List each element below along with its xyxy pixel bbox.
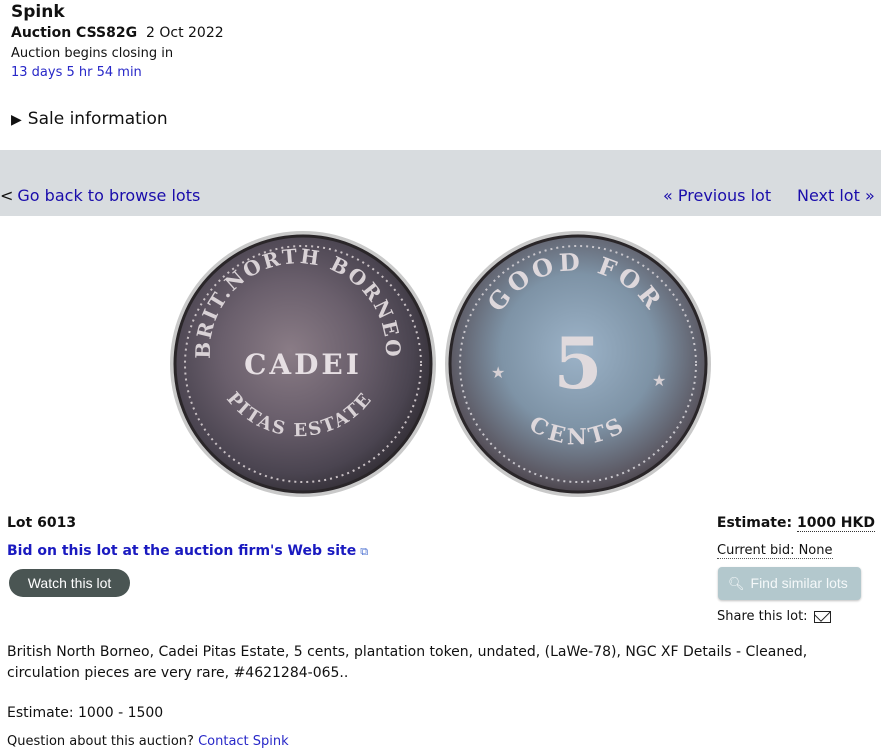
closing-label: Auction begins closing in <box>11 46 174 61</box>
current-bid[interactable]: Current bid: None <box>717 543 833 559</box>
estimate-heading: Estimate: 1000 HKD <box>716 515 875 532</box>
obverse-center-text: CADEI <box>244 348 362 381</box>
coin-obverse: BRIT.NORTH BORNEO · PITAS ESTATE · CADEI <box>168 228 436 497</box>
svg-text:★: ★ <box>652 371 666 390</box>
share-lot: Share this lot: <box>717 609 831 624</box>
estimate-value[interactable]: 1000 HKD <box>796 515 875 532</box>
lot-navigation-bar: < Go back to browse lots « Previous lot N… <box>0 150 881 216</box>
bid-on-lot-link[interactable]: Bid on this lot at the auction firm's We… <box>7 543 368 559</box>
sale-information-label: Sale information <box>27 109 168 129</box>
contact-firm-link[interactable]: Contact Spink <box>198 734 289 749</box>
next-lot-link[interactable]: Next lot » <box>797 186 875 205</box>
disclosure-triangle-icon: ▶ <box>11 112 22 128</box>
reverse-center-text: 5 <box>554 322 603 405</box>
external-link-icon: ⧉ <box>360 545 369 558</box>
auction-date: 2 Oct 2022 <box>146 25 224 41</box>
estimate-label: Estimate: <box>716 515 793 531</box>
find-similar-label: Find similar lots <box>750 575 848 591</box>
watch-lot-button[interactable]: Watch this lot <box>9 569 130 597</box>
back-to-browse: < Go back to browse lots <box>0 186 200 205</box>
mail-icon[interactable] <box>813 610 831 623</box>
firm-name: Spink <box>11 2 65 22</box>
auction-line: Auction CSS82G 2 Oct 2022 <box>11 25 224 41</box>
sale-information-toggle[interactable]: ▶ Sale information <box>11 109 168 129</box>
question-label: Question about this auction? <box>7 734 194 749</box>
bid-link-label: Bid on this lot at the auction firm's We… <box>7 543 357 559</box>
magnifier-icon: 🔍︎ <box>728 576 745 591</box>
share-label: Share this lot: <box>717 609 808 624</box>
lot-coin-image[interactable]: BRIT.NORTH BORNEO · PITAS ESTATE · CADEI… <box>168 228 718 500</box>
question-line: Question about this auction? Contact Spi… <box>7 734 289 749</box>
estimate-range: Estimate: 1000 - 1500 <box>7 705 164 721</box>
find-similar-lots-button[interactable]: 🔍︎ Find similar lots <box>718 567 861 600</box>
previous-lot-link[interactable]: « Previous lot <box>663 186 771 205</box>
svg-text:★: ★ <box>491 363 505 382</box>
back-to-browse-link[interactable]: Go back to browse lots <box>17 186 200 205</box>
auction-code: Auction CSS82G <box>11 25 138 41</box>
lot-number: Lot 6013 <box>7 515 77 531</box>
lot-description: British North Borneo, Cadei Pitas Estate… <box>7 644 808 681</box>
countdown-timer: 13 days 5 hr 54 min <box>11 65 142 80</box>
back-prefix: < <box>0 186 14 205</box>
coin-reverse: GOOD FOR CENTS 5 ★ ★ <box>445 231 711 497</box>
